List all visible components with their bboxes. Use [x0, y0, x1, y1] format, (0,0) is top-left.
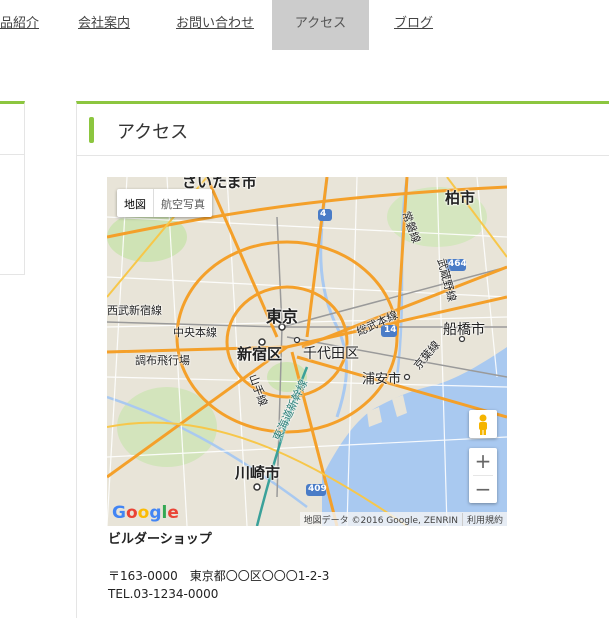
map-type-satellite-button[interactable]: 航空写真 [153, 189, 212, 217]
page-title: アクセス [117, 122, 189, 143]
google-logo-g2: g [149, 503, 162, 523]
shop-address: 〒163-0000 東京都〇〇区〇〇〇1-2-3 [108, 569, 330, 583]
map-label-kawasaki: 川崎市 [235, 464, 281, 482]
route-464-label: 464 [448, 259, 467, 269]
google-logo: Google [112, 503, 179, 523]
route-409-label: 409 [308, 484, 327, 494]
shop-tel: TEL.03-1234-0000 [108, 587, 219, 601]
map-label-tokyo: 東京 [266, 307, 299, 326]
zoom-control: + − [469, 448, 497, 503]
nav-item-access[interactable]: アクセス [272, 0, 369, 50]
map-label-chofu: 調布飛行場 [135, 354, 190, 367]
nav-item-products[interactable]: 品紹介 [0, 0, 39, 50]
street-view-pegman-button[interactable] [469, 410, 497, 438]
map-data-credit: 地図データ ©2016 Google, ZENRIN [303, 515, 458, 526]
map-terms-link[interactable]: 利用規約 [461, 512, 507, 526]
map-label-chuo-line: 中央本線 [173, 326, 217, 339]
global-nav: 品紹介 会社案内 お問い合わせ アクセス ブログ [0, 0, 609, 50]
section-heading: アクセス [77, 104, 609, 156]
nav-item-blog[interactable]: ブログ [394, 0, 433, 50]
google-logo-e: e [167, 503, 179, 523]
sidebar-divider [0, 154, 24, 155]
zoom-out-button[interactable]: − [469, 476, 497, 503]
google-map[interactable]: さいたま市 柏市 東京 新宿区 千代田区 船橋市 浦安市 川崎市 調布飛行場 中… [107, 177, 507, 526]
map-label-urayasu: 浦安市 [362, 372, 402, 387]
zoom-in-button[interactable]: + [469, 448, 497, 475]
shop-name: ビルダーショップ [108, 532, 212, 547]
map-type-control: 地図 航空写真 [117, 189, 212, 217]
heading-accent-bar [89, 117, 94, 143]
nav-item-company[interactable]: 会社案内 [78, 0, 130, 50]
map-attribution: 地図データ ©2016 Google, ZENRIN 利用規約 [299, 512, 507, 526]
map-label-kashiwa: 柏市 [445, 189, 476, 207]
sidebar-box [0, 101, 25, 275]
google-logo-o1: o [125, 503, 138, 523]
map-label-chiyoda: 千代田区 [303, 346, 359, 362]
google-logo-o2: o [137, 503, 150, 523]
map-label-seibu-line: 西武新宿線 [107, 304, 162, 317]
map-label-funabashi: 船橋市 [443, 322, 485, 338]
google-logo-g: G [112, 503, 126, 523]
route-14-label: 14 [384, 325, 397, 335]
map-label-shinjuku: 新宿区 [237, 345, 283, 363]
pegman-icon [479, 414, 487, 435]
nav-item-contact[interactable]: お問い合わせ [176, 0, 254, 50]
map-type-map-button[interactable]: 地図 [117, 189, 153, 217]
route-4-label: 4 [320, 209, 327, 219]
